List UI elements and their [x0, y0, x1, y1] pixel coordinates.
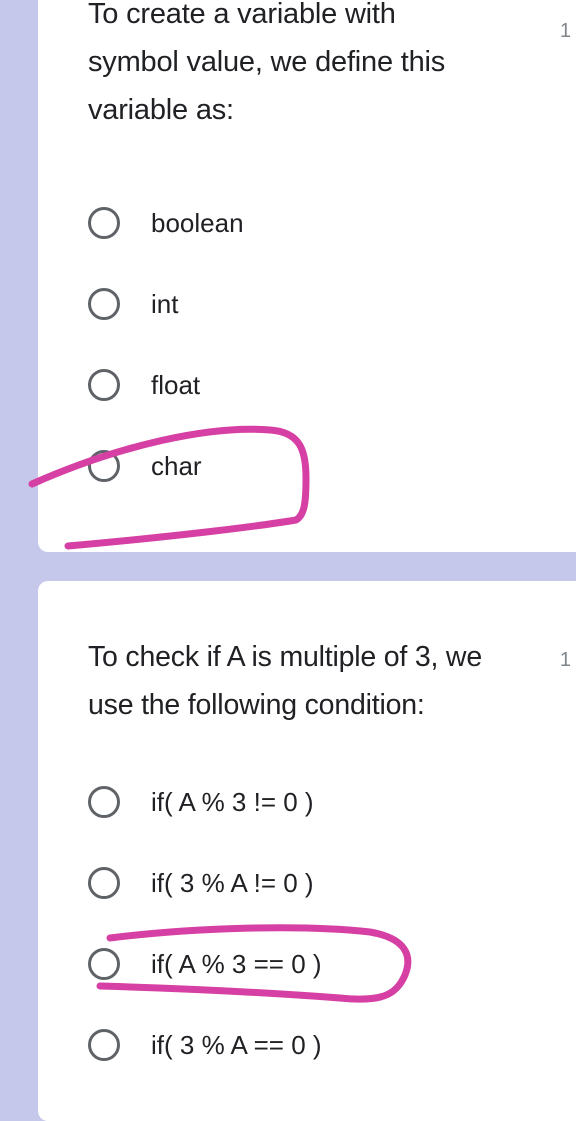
option-label: if( 3 % A != 0 ) [151, 867, 314, 898]
radio-button-icon[interactable] [88, 867, 120, 899]
option-label: float [151, 369, 201, 400]
option-label: char [151, 450, 202, 481]
option-3-mod-a-equals-zero[interactable]: if( 3 % A == 0 ) [88, 1025, 548, 1065]
option-int[interactable]: int [88, 284, 548, 324]
question-card-1: To create a variable with symbol value, … [38, 0, 576, 552]
option-label: if( A % 3 != 0 ) [151, 786, 314, 817]
radio-button-icon[interactable] [88, 450, 120, 482]
question-text: To check if A is multiple of 3, we use t… [88, 641, 482, 721]
option-label: if( A % 3 == 0 ) [151, 948, 322, 979]
question-text: To create a variable with symbol value, … [88, 0, 446, 126]
option-3-mod-a-not-zero[interactable]: if( 3 % A != 0 ) [88, 863, 548, 903]
option-char[interactable]: char [88, 446, 548, 486]
option-label: int [151, 288, 179, 319]
radio-button-icon[interactable] [88, 948, 120, 980]
option-a-mod-3-not-zero[interactable]: if( A % 3 != 0 ) [88, 782, 548, 822]
radio-button-icon[interactable] [88, 369, 120, 401]
option-boolean[interactable]: boolean [88, 203, 548, 243]
points-label: 1 [559, 20, 571, 42]
question-card-2: To check if A is multiple of 3, we use t… [38, 581, 576, 1121]
radio-button-icon[interactable] [88, 207, 120, 239]
option-label: boolean [151, 207, 244, 238]
option-float[interactable]: float [88, 365, 548, 405]
radio-button-icon[interactable] [88, 288, 120, 320]
points-label: 1 [559, 649, 571, 671]
option-a-mod-3-equals-zero[interactable]: if( A % 3 == 0 ) [88, 944, 548, 984]
radio-button-icon[interactable] [88, 1029, 120, 1061]
radio-button-icon[interactable] [88, 786, 120, 818]
option-label: if( 3 % A == 0 ) [151, 1029, 322, 1060]
